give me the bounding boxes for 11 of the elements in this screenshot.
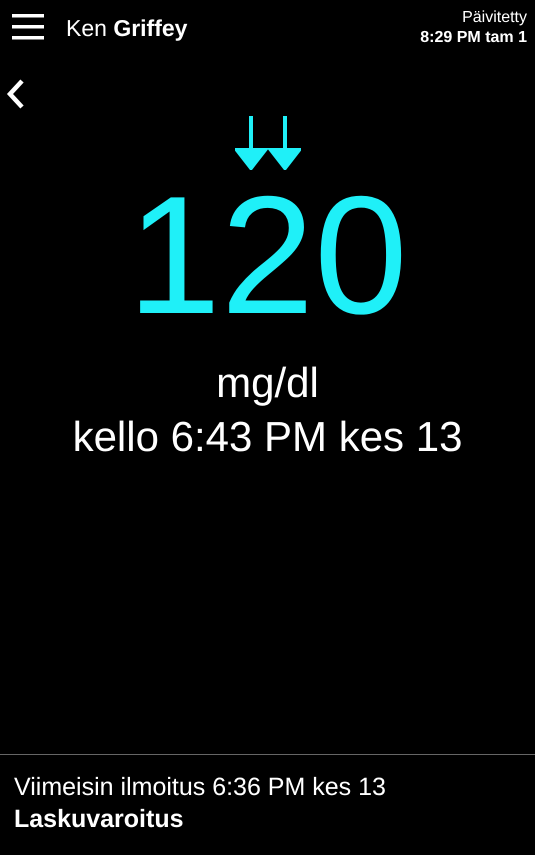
glucose-unit: mg/dl [216, 358, 319, 408]
glucose-value: 120 [127, 180, 408, 330]
alert-type: Laskuvaroitus [14, 804, 185, 835]
updated-time: 8:29 PM tam 1 [420, 28, 527, 48]
back-icon[interactable] [6, 78, 26, 110]
menu-icon[interactable] [12, 13, 44, 41]
updated-label: Päivitetty [462, 8, 527, 28]
last-alert-text: Viimeisin ilmoitus 6:36 PM kes 13 [14, 772, 387, 803]
double-down-arrow-icon [234, 116, 300, 170]
reading-time: kello 6:43 PM kes 13 [72, 412, 462, 462]
user-name: Ken Griffey [66, 14, 188, 42]
